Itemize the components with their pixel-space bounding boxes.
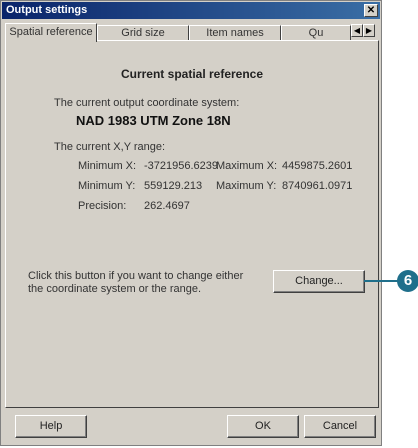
- change-hint-line-2: the coordinate system or the range.: [28, 283, 202, 295]
- tab-item-names[interactable]: Item names: [189, 25, 281, 41]
- tab-strip: Spatial reference Grid size Item names Q…: [5, 23, 377, 42]
- max-y-value: 8740961.0971: [282, 180, 353, 192]
- min-y-value: 559129.213: [144, 180, 203, 192]
- step-callout-badge: 6: [397, 270, 418, 292]
- precision-value: 262.4697: [144, 200, 190, 212]
- change-hint-line-1: Click this button if you want to change …: [28, 270, 244, 282]
- max-x-label: Maximum X:: [216, 160, 278, 172]
- callout-leader-line: [364, 280, 398, 282]
- min-x-label: Minimum X:: [78, 160, 137, 172]
- precision-label: Precision:: [78, 200, 127, 212]
- max-y-label: Maximum Y:: [216, 180, 277, 192]
- close-button[interactable]: ✕: [364, 4, 378, 17]
- help-button[interactable]: Help: [15, 415, 87, 438]
- min-y-label: Minimum Y:: [78, 180, 136, 192]
- tab-qu[interactable]: Qu: [281, 25, 351, 41]
- title-bar: Output settings ✕: [2, 2, 380, 19]
- min-x-value: -3721956.6239: [144, 160, 219, 172]
- tab-grid-size[interactable]: Grid size: [97, 25, 189, 41]
- window-title: Output settings: [6, 4, 88, 16]
- panel-heading: Current spatial reference: [120, 67, 264, 81]
- cancel-button[interactable]: Cancel: [304, 415, 376, 438]
- tab-scroll-left-icon[interactable]: ◀: [351, 24, 363, 37]
- max-x-value: 4459875.2601: [282, 160, 353, 172]
- ok-button[interactable]: OK: [227, 415, 299, 438]
- output-settings-dialog: Output settings ✕ Spatial reference Grid…: [0, 0, 382, 446]
- coord-system-label: The current output coordinate system:: [54, 97, 240, 109]
- change-button[interactable]: Change...: [273, 270, 365, 293]
- tab-spatial-reference[interactable]: Spatial reference: [5, 23, 97, 42]
- coord-system-value: NAD 1983 UTM Zone 18N: [76, 113, 231, 128]
- xy-range-label: The current X,Y range:: [54, 141, 166, 153]
- tab-scroll-right-icon[interactable]: ▶: [363, 24, 375, 37]
- spatial-reference-panel: Current spatial reference The current ou…: [5, 40, 379, 408]
